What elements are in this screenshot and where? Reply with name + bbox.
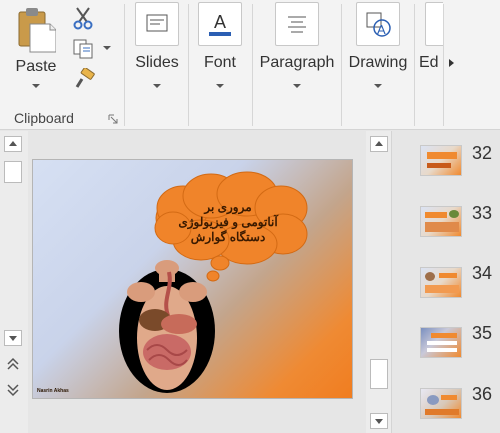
slide-number: 34 <box>472 263 493 283</box>
slide-thumbnail[interactable] <box>420 267 462 298</box>
dialog-launcher-icon[interactable] <box>108 114 118 124</box>
copy-icon[interactable] <box>72 38 96 60</box>
bubble-title: مروری بر آناتومی و فیزیولوژی دستگاه گوار… <box>143 200 313 245</box>
slide-number: 32 <box>472 143 493 163</box>
scroll-down-button[interactable] <box>4 330 22 346</box>
drawing-label: Drawing <box>348 54 408 71</box>
slide-number: 35 <box>472 323 493 343</box>
slide-thumbnail[interactable] <box>420 206 462 237</box>
editing-group-button[interactable]: Ed <box>417 0 443 100</box>
paste-button[interactable]: Paste <box>8 4 64 96</box>
editing-icon <box>425 2 443 46</box>
previous-slide-icon[interactable] <box>6 357 20 371</box>
panel-scroll-thumb[interactable] <box>370 359 388 389</box>
clipboard-group-label: Clipboard <box>14 110 74 126</box>
cut-icon[interactable] <box>72 6 94 30</box>
panel-scroll-down-button[interactable] <box>370 413 388 429</box>
slide-thumbnail[interactable] <box>420 388 462 419</box>
ribbon-scroll-right-button[interactable] <box>443 4 459 126</box>
paragraph-group-button[interactable]: Paragraph <box>255 0 339 100</box>
slide-thumbnail[interactable] <box>420 327 462 358</box>
slide-thumbnail-panel: 32 33 34 35 36 <box>362 131 500 433</box>
drawing-dropdown-icon <box>374 84 382 88</box>
slide-number: 36 <box>472 384 493 404</box>
copy-dropdown-icon[interactable] <box>103 46 111 50</box>
slide-number: 33 <box>472 203 493 223</box>
font-color-icon: A <box>198 2 242 46</box>
paste-dropdown-icon[interactable] <box>32 84 40 88</box>
slide-editor: مروری بر آناتومی و فیزیولوژی دستگاه گوار… <box>0 131 360 433</box>
slides-label: Slides <box>135 54 179 71</box>
svg-text:A: A <box>377 22 386 37</box>
svg-text:A: A <box>214 12 226 32</box>
scroll-up-button[interactable] <box>4 136 22 152</box>
bubble-line-1: مروری بر <box>204 200 252 214</box>
thought-bubble-shape <box>119 171 308 393</box>
format-painter-icon[interactable] <box>74 68 96 90</box>
slide-author: Nasrin Akhas <box>37 388 69 394</box>
paste-icon <box>18 8 56 53</box>
editing-label: Ed <box>419 54 439 71</box>
editor-left-scrollbar[interactable] <box>0 131 28 433</box>
next-slide-icon[interactable] <box>6 383 20 397</box>
slides-icon <box>135 2 179 46</box>
paragraph-dropdown-icon <box>293 84 301 88</box>
current-slide[interactable]: مروری بر آناتومی و فیزیولوژی دستگاه گوار… <box>32 159 353 399</box>
drawing-group-button[interactable]: A Drawing <box>344 0 412 100</box>
font-group-button[interactable]: A Font <box>192 0 248 100</box>
panel-scroll-up-button[interactable] <box>370 136 388 152</box>
paragraph-icon <box>275 2 319 46</box>
paragraph-label: Paragraph <box>259 54 335 71</box>
font-dropdown-icon <box>216 84 224 88</box>
chevron-right-icon <box>449 59 454 67</box>
slide-thumbnail[interactable] <box>420 145 462 176</box>
bubble-line-2: آناتومی و فیزیولوژی <box>178 215 278 229</box>
bubble-line-3: دستگاه گوارش <box>190 230 266 244</box>
shapes-icon: A <box>356 2 400 46</box>
scroll-thumb[interactable] <box>4 161 22 183</box>
ribbon: Paste Clipboard Slides A Font Paragraph … <box>0 0 500 130</box>
paste-label: Paste <box>15 58 57 75</box>
font-label: Font <box>203 54 236 71</box>
panel-scrollbar[interactable] <box>366 131 392 433</box>
slides-group-button[interactable]: Slides <box>128 0 186 100</box>
slides-dropdown-icon <box>153 84 161 88</box>
